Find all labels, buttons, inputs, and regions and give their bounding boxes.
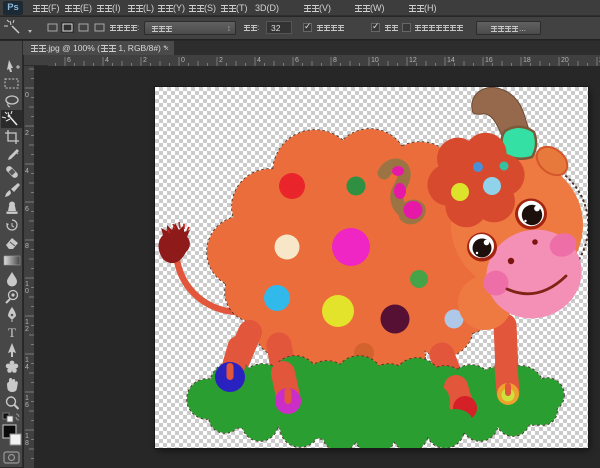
svg-text:1: 1 [25,433,29,440]
svg-text:6: 6 [295,57,299,64]
svg-text:2: 2 [25,130,29,137]
svg-text:8: 8 [333,57,337,64]
svg-text:4: 4 [25,364,29,371]
svg-text:4: 4 [105,57,109,64]
svg-text:20: 20 [561,57,569,64]
svg-text:4: 4 [25,168,29,175]
svg-text:2: 2 [219,57,223,64]
svg-text:6: 6 [25,206,29,213]
svg-text:18: 18 [523,57,531,64]
svg-text:12: 12 [409,57,417,64]
svg-text:2: 2 [143,57,147,64]
svg-text:0: 0 [181,57,185,64]
svg-text:4: 4 [257,57,261,64]
svg-text:16: 16 [485,57,493,64]
svg-text:1: 1 [25,281,29,288]
svg-text:1: 1 [25,395,29,402]
svg-text:14: 14 [447,57,455,64]
svg-text:8: 8 [25,440,29,447]
svg-text:1: 1 [25,319,29,326]
svg-text:10: 10 [371,57,379,64]
svg-text:2: 2 [25,326,29,333]
svg-text:0: 0 [25,92,29,99]
svg-text:6: 6 [67,57,71,64]
svg-text:0: 0 [25,288,29,295]
svg-text:6: 6 [25,402,29,409]
svg-text:T: T [8,325,16,340]
svg-text:8: 8 [25,243,29,250]
svg-text:1: 1 [25,357,29,364]
